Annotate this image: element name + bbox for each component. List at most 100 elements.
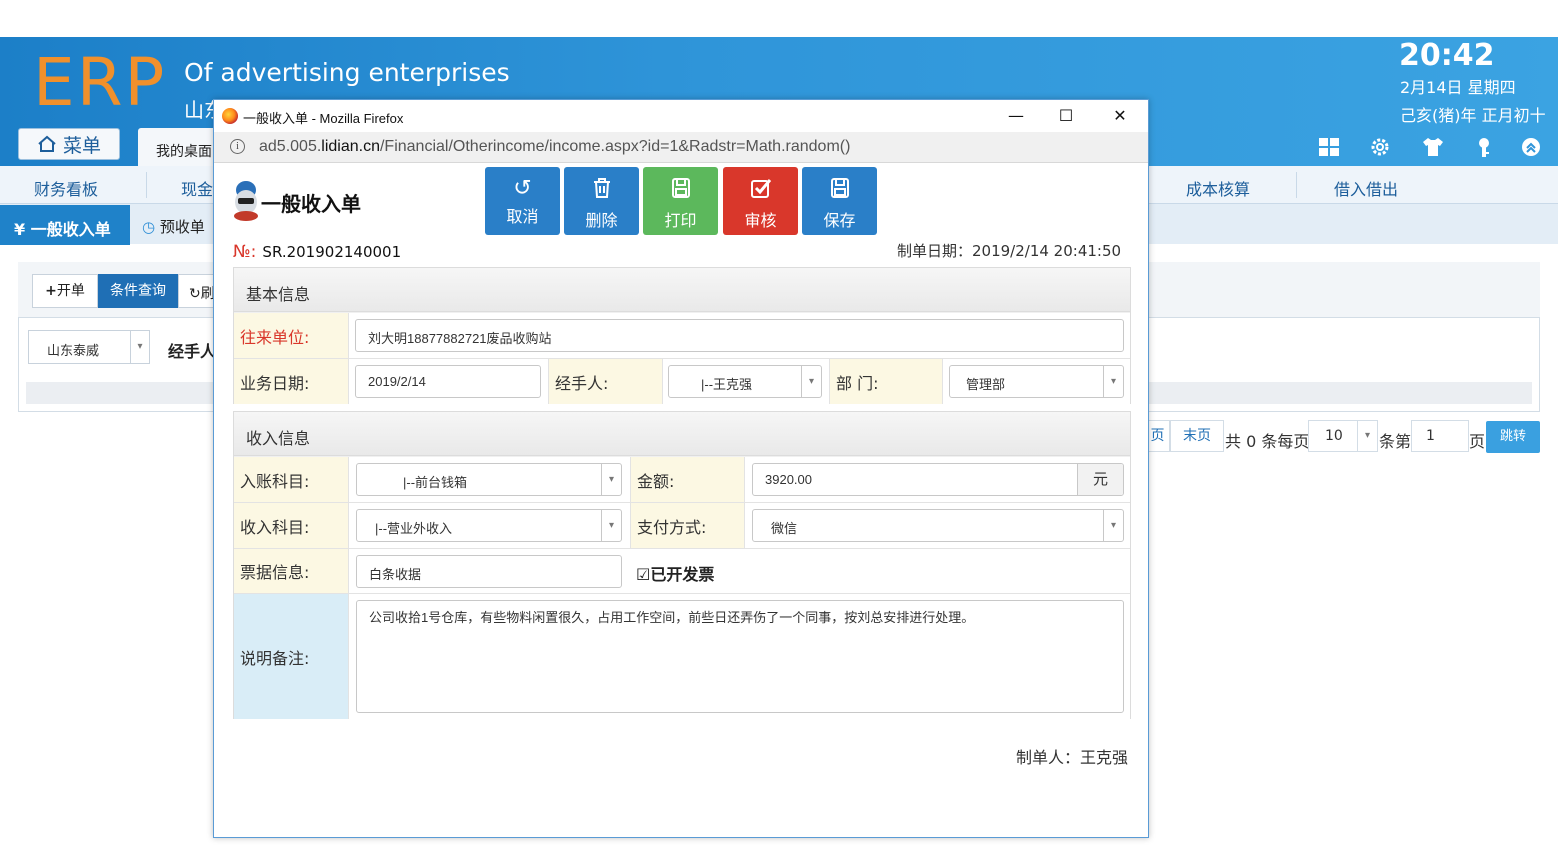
refresh-icon: ↻ <box>189 286 201 302</box>
nav-cash[interactable]: 现金 <box>181 176 213 200</box>
chevron-down-icon[interactable]: ▾ <box>130 331 149 363</box>
account-select[interactable]: |--前台钱箱 ▾ <box>356 463 622 496</box>
delete-button[interactable]: 删除 <box>564 167 639 235</box>
document-maker: 制单人：王克强 <box>1016 748 1129 767</box>
erp-logo: ERP <box>33 44 167 121</box>
window-title: 一般收入单 - Mozilla Firefox <box>243 111 404 126</box>
income-subject-label: 收入科目: <box>234 503 349 548</box>
delete-label: 删除 <box>585 211 618 230</box>
maximize-button[interactable]: ☐ <box>1046 104 1086 128</box>
payment-method-select[interactable]: 微信 ▾ <box>752 509 1124 542</box>
chevron-down-icon: ▾ <box>801 366 821 397</box>
account-label: 入账科目: <box>234 457 349 502</box>
account-value: |--前台钱箱 <box>403 475 468 490</box>
chevron-up-icon[interactable] <box>1519 136 1543 160</box>
handler-label: 经手人: <box>548 359 663 404</box>
print-button[interactable]: 打印 <box>643 167 718 235</box>
income-info-heading: 收入信息 <box>234 412 1130 456</box>
save-button[interactable]: 保存 <box>802 167 877 235</box>
mascot-icon <box>234 181 258 221</box>
new-order-label: 开单 <box>56 283 85 299</box>
clock-lunar: 己亥(猪)年 正月初十 <box>1400 106 1546 125</box>
audit-label: 审核 <box>744 211 777 230</box>
income-subject-select[interactable]: |--营业外收入 ▾ <box>356 509 622 542</box>
refresh-button[interactable]: ↻刷 <box>178 274 218 308</box>
audit-button[interactable]: 审核 <box>723 167 798 235</box>
subject-row: 收入科目: |--营业外收入 ▾ 支付方式: 微信 ▾ <box>234 503 1130 549</box>
save-icon <box>643 177 718 205</box>
bill-info-label: 票据信息: <box>234 549 349 593</box>
business-date-label: 业务日期: <box>234 359 349 404</box>
department-value: 管理部 <box>966 377 1006 392</box>
print-label: 打印 <box>664 211 697 230</box>
per-page-select[interactable]: 10 ▾ <box>1308 420 1378 452</box>
amount-unit: 元 <box>1077 464 1123 495</box>
per-page-value: 10 <box>1325 428 1343 444</box>
document-title: 一般收入单 <box>261 192 361 216</box>
document-date: 制单日期：2019/2/14 20:41:50 <box>897 242 1122 260</box>
clock-time: 20:42 <box>1399 38 1495 73</box>
income-popup-window: 一般收入单 - Mozilla Firefox — ☐ ✕ i ad5.005.… <box>213 99 1149 838</box>
new-order-button[interactable]: +开单 <box>32 274 98 308</box>
url-bar[interactable]: i ad5.005.lidian.cn/Financial/Otherincom… <box>214 132 1148 163</box>
document-number: №: SR.201902140001 <box>233 242 401 262</box>
amount-value: 3920.00 <box>765 472 812 487</box>
remark-textarea[interactable]: 公司收拾1号仓库，有些物料闲置很久，占用工作空间，前些日还弄伤了一个同事，按刘总… <box>356 600 1124 713</box>
payment-method-value: 微信 <box>771 521 798 536</box>
menu-button[interactable]: 菜单 <box>18 128 120 160</box>
cancel-button[interactable]: ↺ 取消 <box>485 167 560 235</box>
nav-cost-accounting[interactable]: 成本核算 <box>1186 176 1250 200</box>
bill-row: 票据信息: 白条收据 ☑已开发票 <box>234 549 1130 594</box>
save-icon <box>802 177 877 205</box>
handler-select[interactable]: |--王克强 ▾ <box>668 365 822 398</box>
check-icon <box>723 177 798 205</box>
key-icon[interactable] <box>1472 136 1496 160</box>
shirt-icon[interactable] <box>1421 136 1445 160</box>
tab-prepaid-income[interactable]: ◷ 预收单 <box>142 216 205 237</box>
pager-items-label: 条第 <box>1379 432 1412 451</box>
invoice-label: 已开发票 <box>650 565 715 584</box>
trash-icon <box>564 177 639 205</box>
close-button[interactable]: ✕ <box>1100 104 1140 128</box>
invoice-checkbox[interactable]: ☑已开发票 <box>636 561 714 585</box>
bill-info-field[interactable]: 白条收据 <box>356 555 622 588</box>
basic-info-section: 基本信息 往来单位: 刘大明18877882721废品收购站 业务日期: 201… <box>233 267 1131 404</box>
save-label: 保存 <box>823 211 856 230</box>
erp-title: Of advertising enterprises <box>184 58 510 87</box>
account-row: 入账科目: |--前台钱箱 ▾ 金额: 3920.00 元 <box>234 457 1130 503</box>
window-titlebar[interactable]: 一般收入单 - Mozilla Firefox — ☐ ✕ <box>214 100 1148 132</box>
department-label: 部 门: <box>829 359 943 404</box>
goto-page-button[interactable]: 跳转 <box>1486 421 1540 453</box>
amount-field[interactable]: 3920.00 元 <box>752 463 1124 496</box>
chevron-down-icon: ▾ <box>601 510 621 541</box>
grid-icon[interactable] <box>1317 136 1341 160</box>
business-date-field[interactable]: 2019/2/14 <box>355 365 541 398</box>
chevron-down-icon: ▾ <box>1103 510 1123 541</box>
partner-field[interactable]: 刘大明18877882721废品收购站 <box>355 319 1124 352</box>
page-number-input[interactable]: 1 <box>1411 420 1469 452</box>
department-select[interactable]: 管理部 ▾ <box>949 365 1124 398</box>
handler-value: |--王克强 <box>701 377 753 392</box>
prev-page-link[interactable]: 页 <box>1146 420 1170 452</box>
pager-total: 共 0 条每页 <box>1225 432 1310 451</box>
amount-label: 金额: <box>630 457 745 502</box>
payment-method-label: 支付方式: <box>630 503 745 548</box>
remark-row: 说明备注: 公司收拾1号仓库，有些物料闲置很久，占用工作空间，前些日还弄伤了一个… <box>234 594 1130 719</box>
url-text[interactable]: ad5.005.lidian.cn/Financial/Otherincome/… <box>259 138 850 156</box>
undo-icon: ↺ <box>513 176 532 201</box>
tab-prepaid-income-label: 预收单 <box>159 218 205 236</box>
minimize-button[interactable]: — <box>996 104 1036 128</box>
income-subject-value: |--营业外收入 <box>375 521 453 536</box>
info-icon[interactable]: i <box>230 139 245 154</box>
nav-borrow-lend[interactable]: 借入借出 <box>1334 176 1398 200</box>
tab-general-income[interactable]: ¥ 一般收入单 <box>0 205 130 245</box>
gear-icon[interactable] <box>1368 136 1392 160</box>
home-icon <box>38 135 56 152</box>
handler-filter-label: 经手人 <box>168 342 217 361</box>
query-button[interactable]: 条件查询 <box>98 274 178 308</box>
nav-finance-board[interactable]: 财务看板 <box>34 176 98 200</box>
chevron-down-icon: ▾ <box>1103 366 1123 397</box>
last-page-link[interactable]: 末页 <box>1170 420 1224 452</box>
income-info-section: 收入信息 入账科目: |--前台钱箱 ▾ 金额: 3920.00 元 收入科目:… <box>233 411 1131 719</box>
remark-label: 说明备注: <box>234 594 349 719</box>
